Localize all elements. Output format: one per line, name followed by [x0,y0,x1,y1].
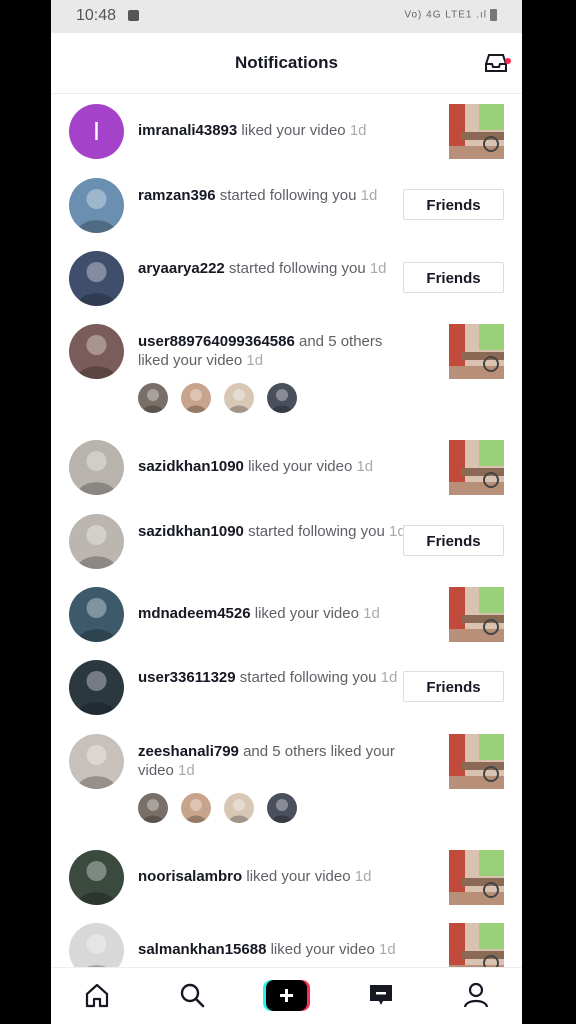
notification-time: 1d [354,868,372,885]
username[interactable]: ramzan396 [138,187,216,204]
notification-text: zeeshanali799 and 5 others liked your vi… [138,742,408,780]
friends-button[interactable]: Friends [403,671,504,702]
notification-time: 1d [246,352,264,369]
liker-avatar[interactable] [267,383,297,413]
video-thumbnail[interactable] [449,324,504,379]
notification-time: 1d [360,187,378,204]
liker-avatar[interactable] [267,793,297,823]
notification-action: started following you [243,523,389,540]
liker-avatar[interactable] [224,793,254,823]
notification-time: 1d [178,762,195,779]
notification-time: 1d [356,458,374,475]
username[interactable]: sazidkhan1090 [138,458,244,475]
notification-time: 1d [378,941,396,958]
username[interactable]: noorisalambro [138,868,242,885]
notification-text: ramzan396 started following you 1d [138,186,408,205]
username[interactable]: aryaarya222 [138,260,225,277]
unread-dot [505,58,511,64]
notification-action: started following you [235,669,381,686]
status-time: 10:48 [76,7,117,24]
notification-action: liked your video [250,605,364,622]
notification-action: liked your video [266,941,379,958]
notification-time: 1d [363,605,380,622]
notification-action: liked your video [243,458,357,475]
notification-text: user889764099364586 and 5 others liked y… [138,332,408,370]
page-title: Notifications [235,53,338,72]
friends-button[interactable]: Friends [403,525,504,556]
user-avatar[interactable] [69,324,124,379]
notification-time: 1d [369,260,387,277]
person-icon[interactable] [461,980,491,1010]
header: Notifications [51,33,522,94]
liker-avatar[interactable] [224,383,254,413]
liker-avatar[interactable] [181,383,211,413]
username[interactable]: user33611329 [138,669,236,686]
user-avatar[interactable] [69,440,124,495]
liker-avatar[interactable] [181,793,211,823]
notification-action: liked your video [242,868,355,885]
message-icon[interactable] [366,980,396,1010]
notification-time: 1d [349,122,367,139]
notification-time: 1d [380,669,398,686]
notification-text: sazidkhan1090 liked your video 1d [138,457,408,476]
notification-text: imranali43893 liked your video 1d [138,121,408,140]
notification-text: aryaarya222 started following you 1d [138,259,408,278]
liker-avatar[interactable] [138,383,168,413]
home-icon[interactable] [82,980,112,1010]
video-thumbnail[interactable] [449,587,504,642]
status-bar: 10:48 Vo) 4G LTE1 .ıl [51,0,522,33]
signal-indicators: Vo) 4G LTE1 .ıl [404,9,497,21]
username[interactable]: zeeshanali799 [138,743,239,760]
inbox-tray-icon[interactable] [483,51,511,75]
notification-text: salmankhan15688 liked your video 1d [138,940,408,959]
video-thumbnail[interactable] [449,104,504,159]
video-thumbnail[interactable] [449,850,504,905]
username[interactable]: salmankhan15688 [138,941,266,958]
username[interactable]: sazidkhan1090 [138,523,244,540]
phone-screen: 10:48 Vo) 4G LTE1 .ıl Notifications Iimr… [51,0,522,1024]
liker-avatar[interactable] [138,793,168,823]
friends-button[interactable]: Friends [403,262,504,293]
bottom-nav [51,967,522,1024]
username[interactable]: user889764099364586 [138,333,295,350]
notification-icon [128,10,139,21]
user-avatar[interactable] [69,587,124,642]
video-thumbnail[interactable] [449,440,504,495]
user-avatar[interactable] [69,734,124,789]
search-icon[interactable] [177,980,207,1010]
user-avatar[interactable]: I [69,104,124,159]
video-thumbnail[interactable] [449,734,504,789]
notification-text: user33611329 started following you 1d [138,668,408,687]
create-button[interactable] [263,980,310,1011]
notification-action: started following you [215,187,361,204]
notification-text: sazidkhan1090 started following you 1d [138,522,408,541]
user-avatar[interactable] [69,660,124,715]
user-avatar[interactable] [69,251,124,306]
notification-text: noorisalambro liked your video 1d [138,867,408,886]
user-avatar[interactable] [69,850,124,905]
username[interactable]: imranali43893 [138,122,237,139]
username[interactable]: mdnadeem4526 [138,605,251,622]
user-avatar[interactable] [69,178,124,233]
notification-action: started following you [224,260,370,277]
notification-action: liked your video [237,122,350,139]
battery-icon [490,9,497,21]
user-avatar[interactable] [69,514,124,569]
friends-button[interactable]: Friends [403,189,504,220]
notification-text: mdnadeem4526 liked your video 1d [138,604,408,623]
